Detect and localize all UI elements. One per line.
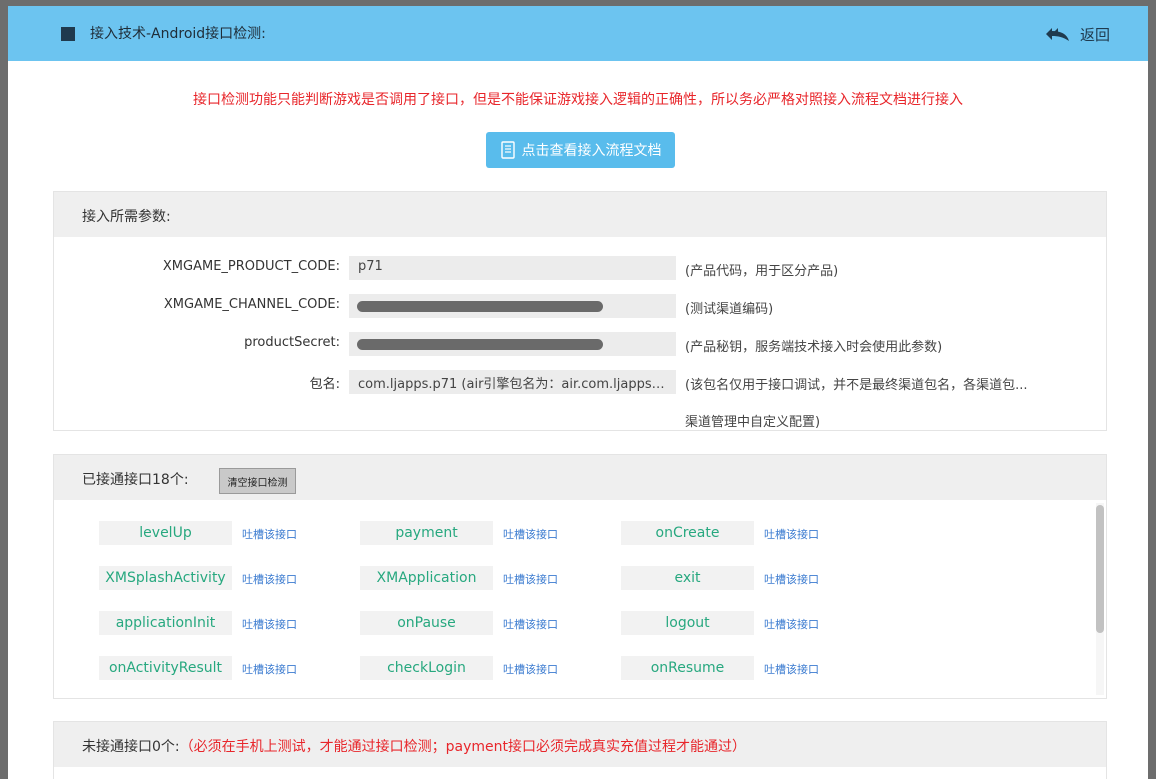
unconnected-title-text: 未接通接口0个: — [82, 739, 180, 755]
param-label: XMGAME_CHANNEL_CODE: — [163, 297, 340, 312]
api-name: logout — [621, 611, 754, 635]
view-doc-label: 点击查看接入流程文档 — [521, 143, 662, 159]
document-icon — [500, 141, 515, 159]
api-name: checkLogin — [360, 656, 493, 680]
api-grid: levelUp 吐槽该接口 payment 吐槽该接口 onCreate 吐槽该接口 … — [54, 501, 1094, 697]
main-window: 接入技术-Android接口检测: 返回 接口检测功能只能判断游戏是否调用了接口… — [8, 6, 1148, 779]
back-button[interactable]: 返回 — [1045, 23, 1110, 45]
redaction-mask — [357, 339, 603, 350]
square-icon — [61, 27, 75, 41]
connected-panel: 已接通接口18个: 清空接口检测 levelUp 吐槽该接口 payment 吐槽该… — [53, 454, 1107, 699]
api-item: onResume 吐槽该接口 — [621, 656, 901, 680]
complain-link[interactable]: 吐槽该接口 — [503, 661, 558, 677]
params-panel-header: 接入所需参数: — [54, 192, 1106, 237]
unconnected-panel: 未接通接口0个:（必须在手机上测试，才能通过接口检测；payment接口必须完成… — [53, 721, 1107, 779]
api-item: payment 吐槽该接口 — [360, 521, 640, 545]
api-name: payment — [360, 521, 493, 545]
complain-link[interactable]: 吐槽该接口 — [764, 661, 819, 677]
unconnected-panel-header: 未接通接口0个:（必须在手机上测试，才能通过接口检测；payment接口必须完成… — [54, 722, 1106, 767]
api-item: exit 吐槽该接口 — [621, 566, 901, 590]
scrollbar-thumb[interactable] — [1096, 505, 1104, 633]
header-bar: 接入技术-Android接口检测: 返回 — [8, 6, 1148, 61]
param-row-package-name: 包名: com.ljapps.p71 (air引擎包名为：air.com.lja… — [54, 370, 1106, 394]
param-hint: (产品秘钥，服务端技术接入时会使用此参数) — [685, 340, 943, 355]
api-name: onActivityResult — [99, 656, 232, 680]
api-name: XMApplication — [360, 566, 493, 590]
connected-panel-title: 已接通接口18个: — [82, 472, 189, 488]
complain-link[interactable]: 吐槽该接口 — [764, 571, 819, 587]
page-title: 接入技术-Android接口检测: — [90, 26, 266, 42]
param-label: XMGAME_PRODUCT_CODE: — [162, 259, 340, 274]
view-doc-button[interactable]: 点击查看接入流程文档 — [486, 132, 675, 168]
api-item: applicationInit 吐槽该接口 — [99, 611, 379, 635]
api-item: levelUp 吐槽该接口 — [99, 521, 379, 545]
back-label: 返回 — [1080, 25, 1111, 44]
param-label: productSecret: — [244, 335, 340, 350]
api-item: onActivityResult 吐槽该接口 — [99, 656, 379, 680]
clear-detection-button[interactable]: 清空接口检测 — [219, 468, 296, 494]
double-arrow-back-icon — [1046, 28, 1069, 41]
package-name-field[interactable]: com.ljapps.p71 (air引擎包名为：air.com.ljapps.… — [349, 370, 676, 394]
params-panel: 接入所需参数: XMGAME_PRODUCT_CODE: p71 (产品代码，用… — [53, 191, 1107, 431]
product-code-field[interactable]: p71 — [349, 256, 676, 280]
unconnected-panel-title: 未接通接口0个:（必须在手机上测试，才能通过接口检测；payment接口必须完成… — [82, 736, 746, 756]
api-item: XMApplication 吐槽该接口 — [360, 566, 640, 590]
api-name: onPause — [360, 611, 493, 635]
warning-text: 接口检测功能只能判断游戏是否调用了接口，但是不能保证游戏接入逻辑的正确性，所以务… — [193, 92, 963, 108]
complain-link[interactable]: 吐槽该接口 — [242, 526, 297, 542]
product-secret-field[interactable] — [349, 332, 676, 356]
unconnected-note: （必须在手机上测试，才能通过接口检测；payment接口必须完成真实充值过程才能… — [179, 739, 746, 755]
redaction-mask — [357, 301, 603, 312]
channel-code-field[interactable] — [349, 294, 676, 318]
param-hint-continued: 渠道管理中自定义配置) — [685, 415, 821, 430]
complain-link[interactable]: 吐槽该接口 — [242, 661, 297, 677]
api-item: XMSplashActivity 吐槽该接口 — [99, 566, 379, 590]
param-hint: (测试渠道编码) — [685, 302, 774, 317]
complain-link[interactable]: 吐槽该接口 — [242, 571, 297, 587]
param-row-channel-code: XMGAME_CHANNEL_CODE: (测试渠道编码) — [54, 294, 1106, 318]
api-name: onResume — [621, 656, 754, 680]
param-row-product-code: XMGAME_PRODUCT_CODE: p71 (产品代码，用于区分产品) — [54, 256, 1106, 280]
api-name: exit — [621, 566, 754, 590]
params-panel-title: 接入所需参数: — [82, 209, 171, 225]
complain-link[interactable]: 吐槽该接口 — [503, 571, 558, 587]
param-label: 包名: — [309, 377, 340, 392]
api-item: logout 吐槽该接口 — [621, 611, 901, 635]
param-hint: (产品代码，用于区分产品) — [685, 264, 839, 279]
api-item: checkLogin 吐槽该接口 — [360, 656, 640, 680]
complain-link[interactable]: 吐槽该接口 — [503, 616, 558, 632]
complain-link[interactable]: 吐槽该接口 — [242, 616, 297, 632]
api-name: levelUp — [99, 521, 232, 545]
complain-link[interactable]: 吐槽该接口 — [764, 526, 819, 542]
complain-link[interactable]: 吐槽该接口 — [503, 526, 558, 542]
api-item: onPause 吐槽该接口 — [360, 611, 640, 635]
api-name: XMSplashActivity — [99, 566, 232, 590]
api-name: onCreate — [621, 521, 754, 545]
api-item: onCreate 吐槽该接口 — [621, 521, 901, 545]
api-name: applicationInit — [99, 611, 232, 635]
connected-panel-header: 已接通接口18个: 清空接口检测 — [54, 455, 1106, 500]
complain-link[interactable]: 吐槽该接口 — [764, 616, 819, 632]
param-row-product-secret: productSecret: (产品秘钥，服务端技术接入时会使用此参数) — [54, 332, 1106, 356]
param-hint: (该包名仅用于接口调试，并不是最终渠道包名，各渠道包... — [685, 378, 1028, 393]
